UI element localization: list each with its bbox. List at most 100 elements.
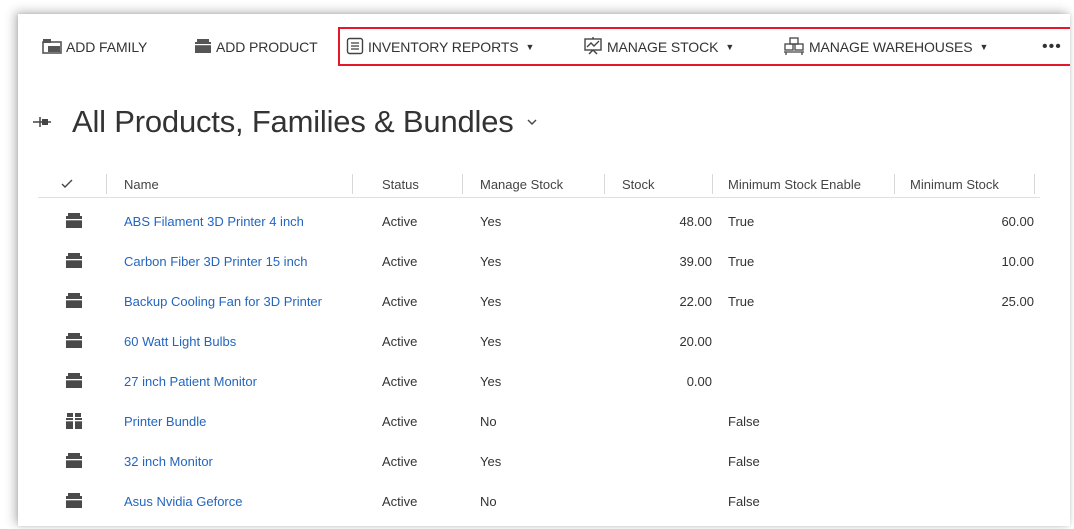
min-stock-enable-cell: False xyxy=(728,453,760,469)
product-name-container: Backup Cooling Fan for 3D Printer xyxy=(124,281,322,321)
inventory-reports-button[interactable]: INVENTORY REPORTS ▼ xyxy=(346,32,534,62)
table-row[interactable]: ABS Filament 3D Printer 4 inch Active Yes 4… xyxy=(38,201,1040,241)
min-stock-enable-cell-container: False xyxy=(728,441,760,481)
product-name-container: Printer Bundle xyxy=(124,401,206,441)
min-stock-cell: 25.00 xyxy=(1001,293,1034,309)
product-name-link[interactable]: Printer Bundle xyxy=(124,414,206,429)
product-icon xyxy=(66,293,82,314)
manage-warehouses-button[interactable]: MANAGE WAREHOUSES ▼ xyxy=(783,32,988,62)
manage-stock-cell-container: Yes xyxy=(480,281,501,321)
column-header-min-stock-enable[interactable]: Minimum Stock Enable xyxy=(728,170,861,198)
product-icon xyxy=(66,213,82,234)
product-name-link[interactable]: 60 Watt Light Bulbs xyxy=(124,334,236,349)
min-stock-cell-container: 60.00 xyxy=(910,201,1034,241)
stock-cell: 0.00 xyxy=(686,373,712,389)
table-row[interactable]: 32 inch Monitor Active Yes False xyxy=(38,441,1040,481)
status-cell: Active xyxy=(382,413,418,429)
column-header-status[interactable]: Status xyxy=(382,170,419,198)
status-cell-container: Active xyxy=(382,241,417,281)
column-header-manage-stock[interactable]: Manage Stock xyxy=(480,170,563,198)
manage-stock-cell: Yes xyxy=(480,333,502,349)
column-header-stock[interactable]: Stock xyxy=(622,170,655,198)
min-stock-cell-container xyxy=(910,321,1034,361)
caret-down-icon: ▼ xyxy=(725,42,735,52)
bundle-icon xyxy=(66,413,82,434)
min-stock-enable-cell-container: False xyxy=(728,481,760,521)
manage-stock-cell-container: Yes xyxy=(480,321,501,361)
add-product-icon xyxy=(194,38,216,57)
min-stock-enable-cell: False xyxy=(728,493,760,509)
product-name-link[interactable]: ABS Filament 3D Printer 4 inch xyxy=(124,214,304,229)
min-stock-enable-cell: True xyxy=(728,293,755,309)
table-row[interactable]: Printer Bundle Active No False xyxy=(38,401,1040,441)
min-stock-cell-container: 10.00 xyxy=(910,241,1034,281)
min-stock-cell-container xyxy=(910,401,1034,441)
column-separator xyxy=(352,174,353,194)
min-stock-cell: 60.00 xyxy=(1001,213,1034,229)
column-separator xyxy=(894,174,895,194)
manage-warehouses-label: MANAGE WAREHOUSES xyxy=(809,39,973,55)
product-name-link[interactable]: Asus Nvidia Geforce xyxy=(124,494,243,509)
manage-stock-cell-container: Yes xyxy=(480,201,501,241)
table-row[interactable]: Carbon Fiber 3D Printer 15 inch Active Yes… xyxy=(38,241,1040,281)
min-stock-enable-cell-container: True xyxy=(728,241,754,281)
add-family-button[interactable]: ADD FAMILY xyxy=(42,32,147,62)
status-cell-container: Active xyxy=(382,201,417,241)
status-cell: Active xyxy=(382,253,418,269)
command-bar: ADD FAMILY ADD PRODUCT INVENTORY REPORTS… xyxy=(18,27,1070,66)
stock-cell: 20.00 xyxy=(679,333,712,349)
manage-stock-cell-container: No xyxy=(480,401,497,441)
min-stock-enable-cell-container: True xyxy=(728,201,754,241)
manage-stock-cell: No xyxy=(480,493,497,509)
table-row[interactable]: 27 inch Patient Monitor Active Yes 0.00 xyxy=(38,361,1040,401)
product-name-container: 27 inch Patient Monitor xyxy=(124,361,257,401)
pin-icon[interactable] xyxy=(32,112,52,132)
column-separator xyxy=(712,174,713,194)
manage-stock-label: MANAGE STOCK xyxy=(607,39,719,55)
manage-stock-cell: No xyxy=(480,413,497,429)
status-cell: Active xyxy=(382,493,418,509)
min-stock-enable-cell: True xyxy=(728,253,755,269)
product-icon xyxy=(66,373,82,394)
chevron-down-icon[interactable] xyxy=(526,118,538,126)
table-row[interactable]: 60 Watt Light Bulbs Active Yes 20.00 xyxy=(38,321,1040,361)
product-name-container: ABS Filament 3D Printer 4 inch xyxy=(124,201,304,241)
manage-stock-button[interactable]: MANAGE STOCK ▼ xyxy=(583,32,734,62)
min-stock-enable-cell-container: False xyxy=(728,401,760,441)
product-name-link[interactable]: 32 inch Monitor xyxy=(124,454,213,469)
product-name-container: 60 Watt Light Bulbs xyxy=(124,321,236,361)
stock-cell-container: 22.00 xyxy=(622,281,712,321)
checkmark-icon xyxy=(61,179,73,188)
more-commands-button[interactable]: ••• xyxy=(1042,32,1062,62)
table-row[interactable]: Asus Nvidia Geforce Active No False xyxy=(38,481,1040,521)
column-header-min-stock[interactable]: Minimum Stock xyxy=(910,170,999,198)
select-all-checkbox[interactable] xyxy=(60,170,74,198)
product-name-container: Carbon Fiber 3D Printer 15 inch xyxy=(124,241,308,281)
table-row[interactable]: Backup Cooling Fan for 3D Printer Active Y… xyxy=(38,281,1040,321)
min-stock-enable-cell: False xyxy=(728,413,760,429)
column-header-name[interactable]: Name xyxy=(124,170,159,198)
stock-cell-container: 48.00 xyxy=(622,201,712,241)
column-separator xyxy=(604,174,605,194)
stock-cell: 22.00 xyxy=(679,293,712,309)
add-product-button[interactable]: ADD PRODUCT xyxy=(194,32,318,62)
min-stock-cell-container xyxy=(910,361,1034,401)
status-cell: Active xyxy=(382,373,418,389)
inventory-reports-label: INVENTORY REPORTS xyxy=(368,39,519,55)
product-name-link[interactable]: Carbon Fiber 3D Printer 15 inch xyxy=(124,254,308,269)
product-name-link[interactable]: Backup Cooling Fan for 3D Printer xyxy=(124,294,322,309)
view-selector[interactable]: All Products, Families & Bundles xyxy=(32,100,538,144)
product-icon xyxy=(66,333,82,354)
stock-cell: 48.00 xyxy=(679,213,712,229)
column-separator xyxy=(106,174,107,194)
stock-chart-icon xyxy=(583,36,607,58)
status-cell: Active xyxy=(382,333,418,349)
product-name-link[interactable]: 27 inch Patient Monitor xyxy=(124,374,257,389)
status-cell-container: Active xyxy=(382,321,417,361)
column-separator xyxy=(462,174,463,194)
manage-stock-cell-container: No xyxy=(480,481,497,521)
manage-stock-cell: Yes xyxy=(480,253,502,269)
status-cell: Active xyxy=(382,213,418,229)
warehouse-icon xyxy=(783,36,809,58)
stock-cell-container xyxy=(622,401,712,441)
